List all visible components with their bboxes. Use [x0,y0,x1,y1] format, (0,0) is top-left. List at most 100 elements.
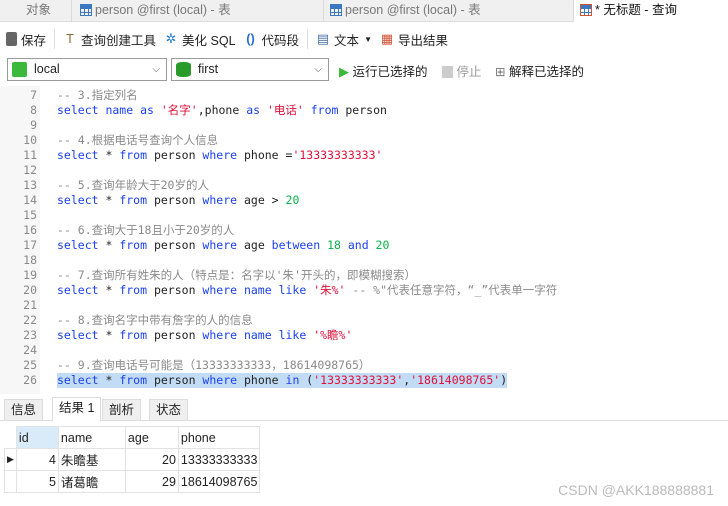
token-kw: select [57,373,106,387]
run-selected-button[interactable]: ▶ 运行已选择的 [339,61,428,80]
table-row[interactable]: 5 诸葛瞻 29 18614098765 [4,470,261,493]
line-number: 15 [23,208,37,222]
stop-icon [442,66,453,78]
tab-label: * 无标题 - 查询 [595,3,677,17]
token-pl: person [345,103,387,117]
export-icon: ▦ [380,31,394,46]
token-cm: -- %"代表任意字符，“_”代表单一字符 [352,283,558,297]
magic-wand-icon: ✲ [165,31,177,46]
current-row-icon: ▶ [4,448,17,471]
column-header-name[interactable]: name [57,426,126,449]
connection-value: local [34,62,60,76]
tab-label: 状态 [156,403,182,417]
tab-label: 信息 [11,403,37,417]
sql-editor[interactable]: 7 -- 3.指定列名 8 select name as '名字',phone as … [0,86,728,394]
tab-info[interactable]: 信息 [4,399,44,421]
export-results-button[interactable]: ▦ 导出结果 [380,30,448,49]
tab-untitled-query[interactable]: * 无标题 - 查询 [574,0,728,23]
token-str: '18614098765' [410,373,501,387]
token-kw: where [202,373,244,387]
tab-label: person @first (local) - 表 [345,3,481,17]
code-text: -- 3.指定列名 [57,88,138,103]
token-num: 18 [327,238,348,252]
header-row: id name age phone [4,426,261,449]
stop-button[interactable]: 停止 [442,61,482,80]
code-text: select * from person where name like '%瞻… [57,328,352,343]
save-button[interactable]: 保存 [6,30,46,49]
tab-objects[interactable]: 对象 [0,0,72,22]
token-pl: * [105,193,120,207]
cell-name[interactable]: 诸葛瞻 [57,470,126,493]
tab-label: 剖析 [109,403,135,417]
token-str: '13333333333' [292,148,383,162]
separator [54,29,56,49]
token-kw: between [271,238,328,252]
snippet-button[interactable]: () 代码段 [244,30,300,49]
code-text: select * from person where age > 20 [57,193,299,208]
column-header-phone[interactable]: phone [177,426,261,449]
token-str: '朱%' [313,283,353,297]
token-cm: -- 3.指定列名 [57,88,138,102]
token-kw: from [119,148,154,162]
code-text: -- 8.查询名字中带有詹字的人的信息 [57,313,253,328]
tab-person-table-2[interactable]: person @first (local) - 表 [324,0,574,22]
stop-label: 停止 [456,65,482,79]
line-number: 25 [23,358,37,372]
cell-age[interactable]: 29 [124,470,179,493]
token-pl: person [153,193,203,207]
code-text: -- 4.根据电话号查询个人信息 [57,133,218,148]
token-str: '%瞻%' [313,328,353,342]
cell-phone[interactable]: 18614098765 [177,470,261,493]
tab-result-1[interactable]: 结果 1 [52,397,102,422]
token-kw: where [202,193,244,207]
token-kw: from [119,238,154,252]
table-row[interactable]: ▶ 4 朱瞻基 20 13333333333 [4,448,261,471]
column-header-age[interactable]: age [124,426,179,449]
token-kw: select [57,148,106,162]
token-kw: and [347,238,376,252]
line-number: 21 [23,298,37,312]
result-grid: id name age phone ▶ 4 朱瞻基 20 13333333333… [4,426,261,493]
column-header-id[interactable]: id [15,426,59,449]
snippet-label: 代码段 [261,33,300,48]
connection-icon [12,62,27,77]
tab-bar: 对象 person @first (local) - 表 person @fir… [0,0,728,23]
token-cm: -- 7.查询所有姓朱的人（特点是：名字以'朱'开头的，即模糊搜索） [57,268,416,282]
token-kw: from [119,193,154,207]
explain-label: 解释已选择的 [508,65,584,79]
chevron-down-icon: ⌵ [314,64,322,75]
tab-person-table-1[interactable]: person @first (local) - 表 [74,0,324,22]
tab-profile[interactable]: 剖析 [102,399,142,421]
beautify-sql-button[interactable]: ✲ 美化 SQL [164,30,236,49]
cell-age[interactable]: 20 [124,448,179,471]
tab-status[interactable]: 状态 [149,399,189,421]
token-pl: ) [500,373,508,387]
line-number: 24 [23,343,37,357]
explain-icon: ⊞ [495,65,506,79]
save-icon [6,32,17,46]
token-pl: person [153,328,203,342]
database-value: first [198,62,219,76]
code-text: -- 9.查询电话号可能是（13333333333，18614098765） [57,358,370,373]
line-number: 23 [23,328,37,342]
toolbar: 保存 T 查询创建工具 ✲ 美化 SQL () 代码段 ▤ 文本 ▼ ▦ 导出结果 [0,24,728,54]
token-cm: -- 4.根据电话号查询个人信息 [57,133,219,147]
token-kw: select [57,193,106,207]
token-kw: select [57,238,106,252]
cell-name[interactable]: 朱瞻基 [57,448,126,471]
explain-selected-button[interactable]: ⊞ 解释已选择的 [495,61,584,80]
line-number: 22 [23,313,37,327]
beautify-label: 美化 SQL [182,33,236,48]
database-select[interactable]: first ⌵ [171,58,329,81]
token-kw: from [310,103,346,117]
line-number: 9 [30,118,37,132]
cell-phone[interactable]: 13333333333 [177,448,261,471]
tab-label: person @first (local) - 表 [95,3,231,17]
tab-label: 对象 [26,3,52,17]
cell-id[interactable]: 4 [15,448,59,471]
cell-id[interactable]: 5 [15,470,59,493]
text-button[interactable]: ▤ 文本 ▼ [316,30,372,49]
connection-select[interactable]: local ⌵ [7,58,167,81]
query-builder-button[interactable]: T 查询创建工具 [63,30,156,49]
row-indicator-header [4,426,17,449]
